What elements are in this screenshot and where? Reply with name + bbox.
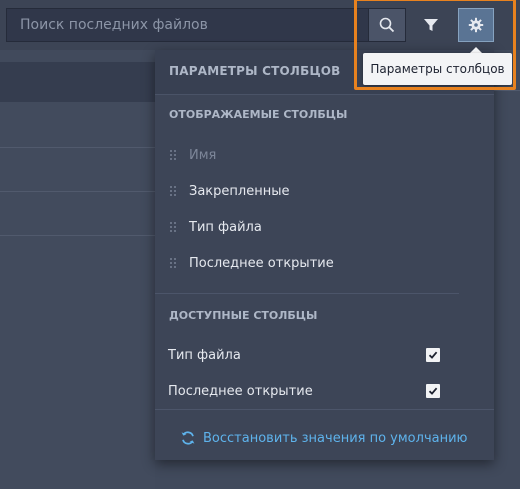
displayed-column-pinned[interactable]: Закрепленные bbox=[169, 181, 289, 201]
row-divider bbox=[0, 147, 155, 148]
available-column-label: Последнее открытие bbox=[168, 383, 313, 399]
row-divider bbox=[0, 191, 155, 192]
available-column-last-opened[interactable]: Последнее открытие bbox=[168, 381, 440, 401]
drag-handle-icon[interactable] bbox=[169, 221, 177, 233]
displayed-column-name: Имя bbox=[169, 145, 216, 165]
displayed-column-file-type[interactable]: Тип файла bbox=[169, 217, 262, 237]
footer-divider bbox=[155, 409, 494, 410]
search-button[interactable] bbox=[368, 8, 406, 42]
refresh-icon bbox=[181, 431, 195, 445]
file-list-header bbox=[0, 62, 155, 102]
available-column-checkbox[interactable] bbox=[426, 384, 440, 398]
filter-icon bbox=[424, 19, 438, 31]
section-divider bbox=[155, 293, 459, 294]
checkmark-icon bbox=[428, 387, 438, 395]
drag-handle-icon[interactable] bbox=[169, 185, 177, 197]
available-column-label: Тип файла bbox=[168, 347, 241, 363]
panel-title: ПАРАМЕТРЫ СТОЛБЦОВ bbox=[169, 64, 341, 78]
search-input[interactable]: Поиск последних файлов bbox=[6, 8, 368, 42]
available-column-file-type[interactable]: Тип файла bbox=[168, 345, 440, 365]
available-column-checkbox[interactable] bbox=[426, 348, 440, 362]
column-settings-panel: ПАРАМЕТРЫ СТОЛБЦОВ ОТОБРАЖАЕМЫЕ СТОЛБЦЫ … bbox=[155, 50, 494, 460]
displayed-columns-heading: ОТОБРАЖАЕМЫЕ СТОЛБЦЫ bbox=[169, 108, 348, 121]
search-placeholder: Поиск последних файлов bbox=[20, 17, 208, 33]
checkmark-icon bbox=[428, 351, 438, 359]
gear-icon bbox=[468, 17, 484, 33]
file-list-right-edge bbox=[494, 90, 520, 489]
reset-defaults-button[interactable]: Восстановить значения по умолчанию bbox=[180, 430, 467, 446]
displayed-column-label: Последнее открытие bbox=[189, 255, 334, 271]
row-divider bbox=[0, 235, 155, 236]
drag-handle-icon[interactable] bbox=[169, 257, 177, 269]
settings-tooltip: Параметры столбцов bbox=[363, 53, 512, 85]
displayed-column-label: Закрепленные bbox=[189, 183, 290, 199]
displayed-column-label: Тип файла bbox=[189, 219, 262, 235]
column-settings-button[interactable] bbox=[458, 8, 494, 42]
search-icon bbox=[379, 17, 395, 33]
available-columns-heading: ДОСТУПНЫЕ СТОЛБЦЫ bbox=[169, 309, 318, 322]
displayed-column-last-opened[interactable]: Последнее открытие bbox=[169, 253, 334, 273]
file-list-background bbox=[0, 62, 155, 489]
drag-handle-icon bbox=[169, 149, 177, 161]
filter-button[interactable] bbox=[414, 8, 448, 42]
reset-defaults-label: Восстановить значения по умолчанию bbox=[203, 430, 468, 446]
displayed-column-label: Имя bbox=[189, 147, 217, 163]
